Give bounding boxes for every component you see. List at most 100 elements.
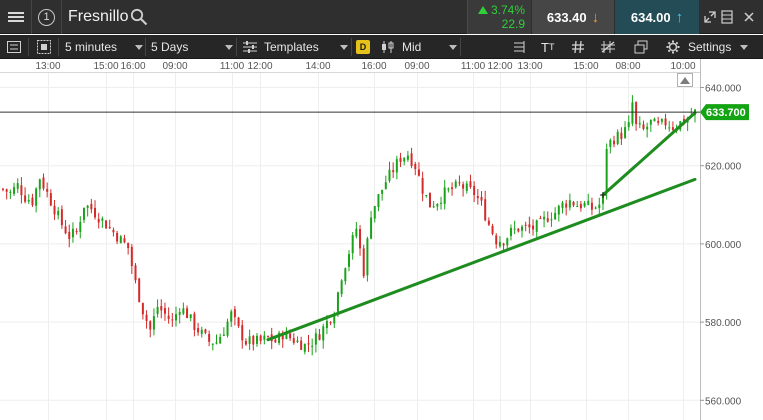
candle-body (116, 232, 119, 242)
draw-icon[interactable] (600, 35, 616, 59)
candle-body (642, 124, 645, 129)
candle-body (399, 157, 402, 163)
settings-button[interactable]: Settings (666, 35, 749, 59)
candle-body (292, 338, 295, 343)
candle-body (671, 127, 674, 130)
price-badge: D (356, 40, 370, 54)
candle-body (233, 309, 236, 318)
candle-body (71, 228, 74, 238)
candle-body (49, 193, 52, 206)
y-tick-label: 600.000 (705, 240, 742, 251)
candle-body (336, 292, 339, 314)
text-tool-icon[interactable]: TT (541, 35, 554, 59)
menu-icon[interactable] (0, 0, 32, 34)
candle-body (447, 188, 450, 190)
candle-body (5, 189, 8, 192)
candle-body (388, 169, 391, 181)
candle-body (237, 317, 240, 327)
templates-dropdown[interactable]: Templates (242, 35, 348, 59)
candle-body (16, 183, 19, 189)
price-chart[interactable]: 13:00 15:00 16:00 09:00 11:00 12:00 14:00 16:00… (0, 59, 763, 420)
instrument-name[interactable]: Fresnillo (68, 0, 128, 34)
candle-body (31, 197, 34, 206)
title-bar: 1 Fresnillo 3.74% 22.9 633.40 ↓ 634.00 ↑ (0, 0, 763, 34)
candle-body (646, 126, 649, 130)
current-price-label: 633.700 (706, 107, 746, 119)
buy-price-button[interactable]: 634.00 ↑ (615, 0, 699, 34)
candle-body (476, 195, 479, 199)
chart-toolbar: 5 minutes 5 Days Templates D Mid T T Set… (0, 35, 763, 59)
candle-body (94, 207, 97, 218)
y-tick-label: 620.000 (705, 162, 742, 173)
candle-body (546, 218, 549, 222)
candle-body (425, 195, 428, 197)
candle-body (395, 159, 398, 173)
candle-body (653, 118, 656, 122)
candle-body (226, 321, 229, 336)
candle-body (370, 217, 373, 239)
candle-body (495, 235, 498, 245)
daily-change-box: 3.74% 22.9 (467, 0, 531, 34)
change-points: 22.9 (501, 17, 525, 31)
candle-body (255, 335, 258, 344)
candle-body (101, 218, 104, 221)
range-dropdown[interactable]: 5 Days (151, 35, 233, 59)
candle-body (587, 200, 590, 205)
candle-body (624, 127, 627, 138)
candle-body (377, 194, 380, 207)
candle-body (60, 209, 63, 226)
scroll-up-icon[interactable] (677, 73, 693, 87)
candle-body (432, 206, 435, 208)
candle-body (406, 155, 409, 160)
candle-body (403, 157, 406, 162)
candle-body (565, 203, 568, 208)
layout-icon[interactable] (716, 0, 738, 34)
candle-body (259, 335, 262, 341)
panel-list-icon[interactable] (7, 35, 21, 59)
candle-body (524, 224, 527, 226)
sell-price-button[interactable]: 633.40 ↓ (532, 0, 614, 34)
indicator-icon[interactable] (512, 35, 526, 59)
interval-dropdown[interactable]: 5 minutes (65, 35, 143, 59)
candle-body (583, 202, 586, 207)
candle-body (384, 182, 387, 189)
price-type-dropdown[interactable]: Mid (381, 35, 457, 59)
candle-body (458, 182, 461, 184)
close-icon[interactable] (738, 0, 760, 34)
candle-body (204, 329, 207, 333)
candle-body (528, 224, 531, 228)
link-group-badge[interactable]: 1 (32, 0, 62, 34)
x-tick-label: 11:00 (220, 61, 245, 72)
candle-body (112, 229, 115, 233)
candle-body (414, 163, 417, 169)
candle-body (454, 181, 457, 188)
candle-body (314, 333, 317, 345)
candle-body (86, 205, 89, 208)
grid-icon[interactable] (37, 35, 51, 59)
x-tick-label: 12:00 (247, 61, 272, 72)
candle-body (38, 179, 41, 190)
x-tick-label: 10:00 (670, 61, 695, 72)
candle-body (79, 222, 82, 232)
candle-body (289, 333, 292, 339)
candle-body (75, 231, 78, 233)
buy-price: 634.00 (630, 9, 671, 25)
candle-body (344, 268, 347, 282)
candle-body (532, 225, 535, 230)
x-tick-label: 15:00 (93, 61, 118, 72)
candle-body (300, 340, 303, 350)
candle-body (53, 205, 56, 215)
search-icon[interactable] (130, 8, 148, 26)
candle-body (20, 185, 23, 196)
candle-body (296, 340, 299, 343)
candle-body (178, 312, 181, 315)
candle-body (609, 140, 612, 147)
candle-body (498, 241, 501, 247)
candlestick-chart[interactable]: 13:00 15:00 16:00 09:00 11:00 12:00 14:00 16:00… (0, 59, 763, 420)
layers-icon[interactable] (634, 35, 648, 59)
x-tick-label: 11:00 (461, 61, 486, 72)
candle-body (473, 186, 476, 196)
link-group-number: 1 (38, 8, 55, 26)
candle-body (340, 280, 343, 295)
hash-grid-icon[interactable] (571, 35, 585, 59)
